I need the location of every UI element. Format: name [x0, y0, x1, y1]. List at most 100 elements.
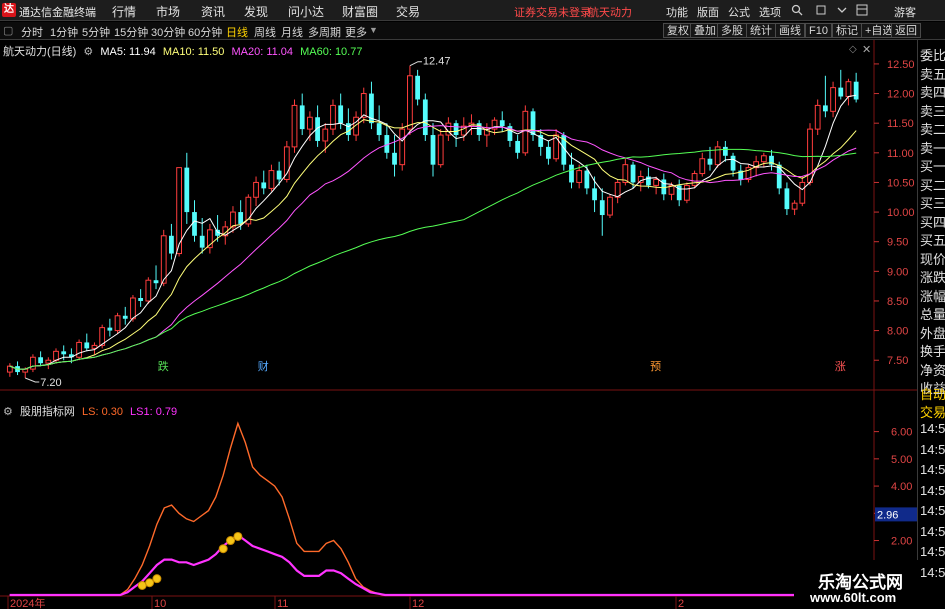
- event-marker: 跌: [158, 359, 169, 373]
- btn-back[interactable]: 返回: [891, 23, 921, 38]
- quote-field-label: 卖四: [920, 85, 945, 100]
- btn-diejia[interactable]: 叠加: [690, 23, 720, 38]
- btn-duogu[interactable]: 多股: [717, 23, 747, 38]
- btn-fuquan[interactable]: 复权: [663, 23, 693, 38]
- price-tick-label: 12.00: [887, 89, 915, 101]
- tab-5min[interactable]: 5分钟: [82, 24, 110, 40]
- candle-body-down: [61, 351, 67, 355]
- candle-body-down: [376, 123, 382, 136]
- toolbar-menu-icon[interactable]: ▢: [3, 24, 13, 37]
- candle-body-up: [114, 315, 121, 332]
- menu-xuanxiang[interactable]: 选项: [759, 4, 781, 20]
- current-value-label: 2.96: [877, 509, 898, 521]
- menu-banmian[interactable]: 版面: [697, 4, 719, 20]
- candle-body-up: [637, 176, 644, 183]
- menu-jiaoyi[interactable]: 交易: [396, 3, 420, 20]
- candle-body-down: [584, 170, 590, 189]
- title-bar: 达 通达信金融终端 行情 市场 资讯 发现 问小达 财富圈 交易 证券交易未登录…: [0, 0, 945, 21]
- tab-fenshi[interactable]: 分时: [21, 24, 43, 40]
- quote-field-label: 总量: [920, 307, 945, 322]
- candle-body-down: [530, 111, 536, 136]
- auto-trade-label[interactable]: 自动: [920, 384, 945, 403]
- btn-huaxian[interactable]: 画线: [775, 23, 805, 38]
- candle-body-up: [360, 93, 367, 118]
- candle-body-down: [838, 87, 844, 97]
- quote-field-label: 净资: [920, 362, 945, 378]
- app-name: 通达信金融终端: [19, 7, 96, 19]
- candle-body-down: [238, 212, 244, 224]
- candle-body-down: [415, 75, 420, 100]
- sub-tick-label: 2.00: [891, 536, 912, 548]
- candle-body-up: [407, 75, 413, 130]
- tab-weekly[interactable]: 周线: [254, 24, 276, 40]
- quote-field-label: 卖五: [920, 66, 945, 82]
- more-chevron-icon[interactable]: ▼: [369, 25, 378, 35]
- price-tick-label: 11.50: [887, 118, 914, 130]
- tab-more[interactable]: 更多: [345, 24, 367, 40]
- coin-marker-icon: [226, 536, 236, 546]
- stock-name-header: 航天动力: [588, 7, 632, 19]
- tab-monthly[interactable]: 月线: [281, 24, 303, 40]
- menu-faxian[interactable]: 发现: [244, 3, 268, 20]
- event-marker: 预: [650, 360, 661, 373]
- price-tick-label: 7.50: [887, 355, 908, 367]
- high-pointer: [409, 61, 422, 67]
- candle-body-up: [130, 297, 136, 320]
- menu-wenxiaoda[interactable]: 问小达: [288, 3, 324, 20]
- candle-body-down: [169, 235, 174, 254]
- quote-field-label: 买三: [920, 196, 945, 211]
- candle-body-up: [230, 211, 236, 228]
- low-pointer: [25, 377, 40, 383]
- candle-body-down: [422, 99, 428, 136]
- candle-body-down: [722, 146, 728, 156]
- candle-body-down: [822, 105, 828, 112]
- menu-gongneng[interactable]: 功能: [666, 4, 688, 20]
- tab-60min[interactable]: 60分钟: [188, 24, 222, 40]
- btn-f10[interactable]: F10: [805, 23, 832, 38]
- candle-body-up: [53, 350, 59, 361]
- quote-field-label: 买四: [920, 214, 945, 230]
- quote-field-label: 外盘: [920, 325, 945, 341]
- menu-hangqing[interactable]: 行情: [112, 3, 136, 20]
- quote-field-label: 换手: [920, 344, 945, 359]
- tab-multi-period[interactable]: 多周期: [308, 24, 341, 40]
- candle-body-up: [399, 128, 406, 166]
- candle-body-down: [430, 135, 436, 165]
- price-tick-label: 10.00: [887, 207, 915, 219]
- price-tick-label: 10.50: [887, 177, 915, 189]
- quote-field-label: 涨跌: [920, 270, 945, 285]
- candle-body-up: [614, 181, 621, 198]
- guest-label[interactable]: 游客: [894, 4, 916, 20]
- dropdown-icon[interactable]: [836, 4, 848, 16]
- sub-tick-label: 5.00: [891, 454, 912, 466]
- candle-body-up: [76, 341, 82, 358]
- trade-time-label: 14:56: [920, 441, 945, 457]
- menu-caifuquan[interactable]: 财富圈: [342, 3, 378, 20]
- chart-area[interactable]: 12.47 7.20 跌 财 预 涨 12.50 12.00 11.50 11.00 10.50 1…: [0, 40, 917, 609]
- candle-body-up: [268, 170, 275, 189]
- candle-body-down: [569, 164, 574, 183]
- login-notice[interactable]: 证券交易未登录: [514, 4, 591, 20]
- date-label: 2: [678, 598, 684, 609]
- candle-body-up: [576, 170, 583, 183]
- candle-body-down: [338, 105, 344, 124]
- tab-30min[interactable]: 30分钟: [151, 24, 185, 40]
- tab-15min[interactable]: 15分钟: [114, 24, 148, 40]
- candle-body-down: [707, 158, 713, 165]
- candle-body-down: [546, 146, 551, 159]
- tab-daily[interactable]: 日线: [226, 24, 248, 40]
- btn-biaoji[interactable]: 标记: [832, 23, 862, 38]
- restore-icon[interactable]: [815, 4, 827, 16]
- coin-marker-icon: [152, 574, 162, 584]
- menu-shichang[interactable]: 市场: [156, 3, 180, 20]
- menu-zixun[interactable]: 资讯: [201, 3, 225, 20]
- event-marker: 涨: [835, 360, 846, 373]
- auto-trade-label[interactable]: 交易: [920, 402, 945, 421]
- candle-body-down: [122, 315, 128, 319]
- btn-tongji[interactable]: 统计: [746, 23, 776, 38]
- tab-1min[interactable]: 1分钟: [50, 24, 78, 40]
- candle-body-up: [830, 87, 836, 112]
- skin-icon[interactable]: [856, 4, 868, 16]
- menu-gongshi[interactable]: 公式: [728, 4, 750, 20]
- search-icon[interactable]: [791, 4, 803, 16]
